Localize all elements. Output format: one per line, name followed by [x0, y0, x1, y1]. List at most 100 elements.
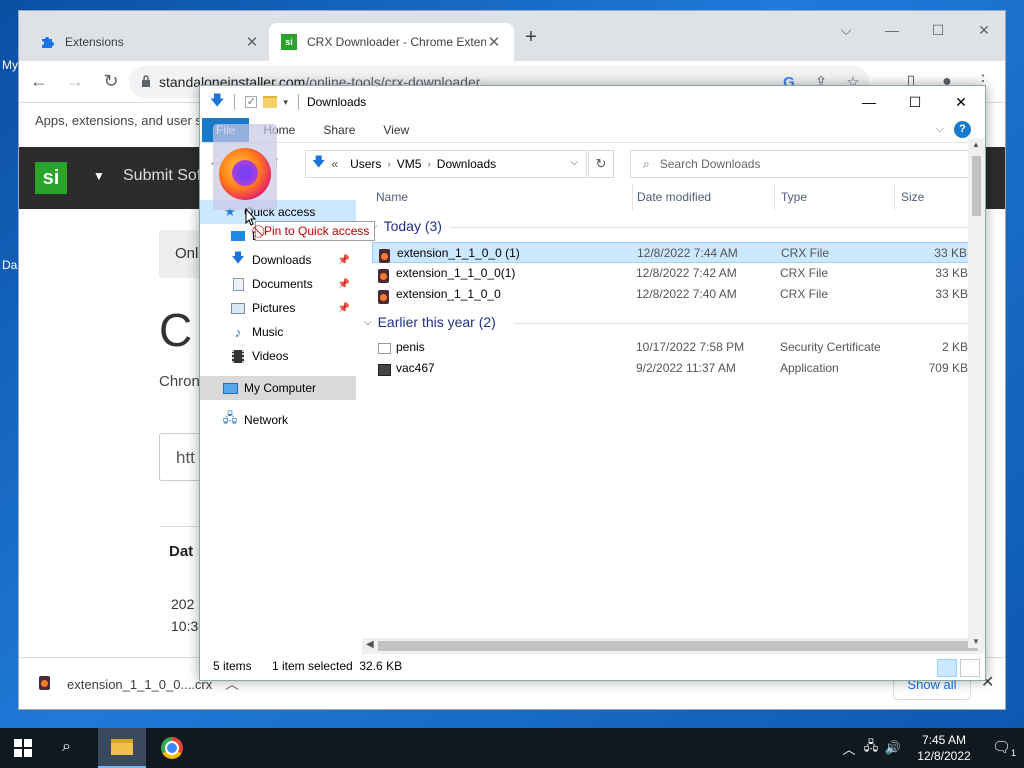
tab-title: Extensions	[65, 35, 124, 49]
submit-software-link[interactable]: Submit Sof	[123, 167, 201, 185]
ribbon-tabs: File Home Share View ⌵ ?	[200, 118, 985, 142]
refresh-icon[interactable]: ↻	[588, 150, 614, 178]
windows-start-icon[interactable]	[14, 739, 32, 757]
new-folder-icon[interactable]	[263, 96, 278, 108]
nav-music[interactable]: ♪ Music	[200, 320, 356, 344]
chevron-down-icon[interactable]: ⌵	[364, 317, 372, 328]
column-header-name[interactable]: Name	[376, 184, 408, 210]
si-favicon-icon: si	[281, 34, 297, 50]
desktop-icon	[230, 228, 246, 244]
qat-dropdown-icon[interactable]: ▾	[283, 97, 288, 108]
search-icon[interactable]: ⌕	[62, 738, 71, 756]
search-input[interactable]: ⌕ Search Downloads	[630, 150, 972, 178]
tab-search-chevron-icon[interactable]: ⌵	[823, 15, 869, 45]
nav-network[interactable]: 🖧 Network	[200, 408, 356, 432]
close-button[interactable]: ✕	[961, 15, 1007, 45]
large-icons-view-icon[interactable]	[960, 659, 980, 677]
column-header-date[interactable]: Date modified	[637, 184, 711, 210]
group-header-earlier[interactable]: ⌵ Earlier this year (2)	[364, 314, 970, 330]
folder-icon	[111, 739, 133, 755]
chevron-up-icon[interactable]: ︿	[838, 739, 860, 758]
computer-icon	[222, 380, 238, 396]
lock-icon[interactable]	[141, 74, 151, 90]
site-logo[interactable]: si	[35, 162, 67, 194]
file-row[interactable]: penis 10/17/2022 7:58 PM Security Certif…	[372, 337, 972, 358]
column-header-type[interactable]: Type	[781, 184, 807, 210]
new-tab-button[interactable]: +	[519, 26, 543, 49]
volume-icon[interactable]: 🔊	[882, 740, 904, 756]
chevron-right-icon[interactable]: ›	[387, 159, 390, 170]
explorer-body: ★ Quick access D 🡇 Downloads 📌 Documents…	[200, 184, 985, 654]
file-row[interactable]: vac467 9/2/2022 11:37 AM Application 709…	[372, 358, 972, 379]
breadcrumb-vm5[interactable]: VM5	[397, 157, 422, 171]
desktop-icon-label[interactable]: Da	[2, 258, 17, 272]
explorer-title-bar: 🡇 ✓ ▾ Downloads — ☐ ✕	[200, 86, 985, 118]
chevron-right-icon[interactable]: ›	[427, 159, 430, 170]
pin-icon: 📌	[337, 278, 350, 290]
selection-info: 1 item selected 32.6 KB	[272, 659, 403, 673]
tab-close-icon[interactable]: ✕	[244, 33, 260, 51]
notification-icon[interactable]: 🗨1	[984, 738, 1024, 758]
navigation-pane: ★ Quick access D 🡇 Downloads 📌 Documents…	[200, 184, 356, 654]
scroll-up-icon[interactable]: ▲	[972, 140, 980, 149]
date-value: 202 10:3	[171, 596, 199, 634]
file-row[interactable]: extension_1_1_0_0 12/8/2022 7:40 AM CRX …	[372, 284, 972, 305]
tab-close-icon[interactable]: ✕	[486, 33, 502, 51]
file-row[interactable]: extension_1_1_0_0 (1) 12/8/2022 7:44 AM …	[372, 242, 972, 263]
item-count: 5 items	[213, 659, 252, 673]
scroll-down-icon[interactable]: ▼	[972, 637, 980, 646]
address-bar[interactable]: 🡇 « Users › VM5 › Downloads ⌵	[305, 150, 587, 178]
tab-extensions[interactable]: Extensions ✕	[27, 23, 272, 61]
desktop-icon-label[interactable]: My	[2, 58, 18, 72]
film-icon	[230, 348, 246, 364]
column-header-size[interactable]: Size	[901, 184, 924, 210]
tab-view[interactable]: View	[369, 118, 423, 142]
details-view-icon[interactable]	[937, 659, 957, 677]
scroll-thumb[interactable]	[972, 156, 981, 216]
date-header: Dat	[169, 543, 194, 560]
nav-pictures[interactable]: Pictures 📌	[200, 296, 356, 320]
breadcrumb-downloads[interactable]: Downloads	[437, 157, 496, 171]
vertical-scrollbar[interactable]: ▲ ▼	[968, 138, 985, 648]
nav-documents[interactable]: Documents 📌	[200, 272, 356, 296]
pictures-icon	[230, 300, 246, 316]
minimize-button[interactable]: —	[869, 15, 915, 45]
back-icon[interactable]: ←	[23, 66, 55, 98]
forward-icon[interactable]: →	[59, 66, 91, 98]
file-explorer-window: 🡇 ✓ ▾ Downloads — ☐ ✕ File Home Share Vi…	[199, 85, 986, 681]
expand-ribbon-chevron-icon[interactable]: ⌵	[936, 123, 944, 136]
puzzle-icon	[39, 34, 55, 50]
group-header-today[interactable]: ⌵ Today (3)	[370, 218, 970, 234]
scroll-left-icon[interactable]: ◀	[366, 639, 374, 650]
certificate-icon	[378, 340, 391, 354]
nav-downloads[interactable]: 🡇 Downloads 📌	[200, 248, 356, 272]
clock[interactable]: 7:45 AM 12/8/2022	[904, 732, 984, 764]
nav-videos[interactable]: Videos	[200, 344, 356, 368]
page-heading: C	[159, 304, 193, 356]
reload-icon[interactable]: ↻	[95, 66, 127, 98]
tab-share[interactable]: Share	[309, 118, 369, 142]
drag-tooltip: ⃠ Pin to Quick access	[255, 221, 376, 241]
close-button[interactable]: ✕	[938, 86, 984, 118]
download-item-name[interactable]: extension_1_1_0_0....crx	[67, 677, 212, 692]
application-icon	[378, 361, 391, 376]
taskbar-chrome[interactable]	[148, 728, 196, 768]
maximize-button[interactable]: ☐	[892, 86, 938, 118]
file-list: Name Date modified Type Size ⌵ Today (3)…	[362, 184, 985, 654]
address-row: ← → ▾ ↑ 🡇 « Users › VM5 › Downloads ⌵ ↻ …	[200, 142, 985, 184]
file-row[interactable]: extension_1_1_0_0(1) 12/8/2022 7:42 AM C…	[372, 263, 972, 284]
network-icon[interactable]: 🖧	[860, 737, 882, 759]
window-title: Downloads	[306, 95, 367, 109]
address-dropdown-icon[interactable]: ⌵	[570, 157, 578, 168]
properties-check-icon[interactable]: ✓	[245, 96, 258, 108]
nav-my-computer[interactable]: My Computer	[200, 376, 356, 400]
scroll-thumb[interactable]	[378, 641, 978, 651]
breadcrumb-users[interactable]: Users	[350, 157, 381, 171]
maximize-button[interactable]: ☐	[915, 15, 961, 45]
tab-crx-downloader[interactable]: si CRX Downloader - Chrome Exten ✕	[269, 23, 514, 61]
help-icon[interactable]: ?	[954, 121, 971, 138]
taskbar-file-explorer[interactable]	[98, 728, 146, 768]
minimize-button[interactable]: —	[846, 86, 892, 118]
download-arrow-icon[interactable]: 🡇	[210, 90, 224, 114]
caret-down-icon[interactable]: ▼	[93, 169, 105, 183]
